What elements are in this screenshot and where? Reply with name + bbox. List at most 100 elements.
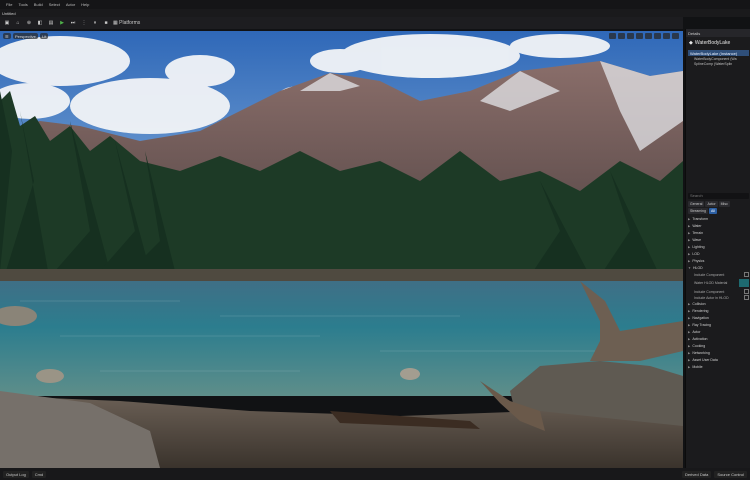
menu-tools[interactable]: Tools bbox=[18, 2, 27, 7]
menu-actor[interactable]: Actor bbox=[66, 2, 75, 7]
menu-select[interactable]: Select bbox=[49, 2, 60, 7]
chevron-right-icon: ▶ bbox=[688, 224, 691, 228]
skip-icon[interactable]: ⏭ bbox=[69, 19, 77, 27]
filter-misc[interactable]: Misc bbox=[718, 201, 730, 207]
chevron-right-icon: ▶ bbox=[688, 351, 691, 355]
checkbox[interactable] bbox=[744, 289, 749, 294]
stop-icon[interactable]: ■ bbox=[102, 19, 110, 27]
chevron-right-icon: ▶ bbox=[688, 259, 691, 263]
main-toolbar: ▣ ⌂ ⊕ ◧ ▤ ▶ ⏭ ⋮ ⏸ ■ ▦ Platforms bbox=[0, 17, 683, 29]
level-tab[interactable]: Untitled bbox=[0, 9, 750, 17]
move-tool-icon[interactable] bbox=[618, 33, 625, 39]
category-navigation[interactable]: ▶ Navigation bbox=[688, 315, 749, 321]
category-mobile[interactable]: ▶ Mobile bbox=[688, 364, 749, 370]
category-label: Navigation bbox=[692, 316, 709, 320]
chevron-right-icon: ▶ bbox=[688, 238, 691, 242]
menu-help[interactable]: Help bbox=[81, 2, 89, 7]
menu-file[interactable]: File bbox=[6, 2, 12, 7]
grid-snap-icon[interactable] bbox=[645, 33, 652, 39]
checkbox[interactable] bbox=[744, 295, 749, 300]
category-label: Asset User Data bbox=[692, 358, 718, 362]
save-icon[interactable]: ▣ bbox=[3, 19, 11, 27]
filter-all[interactable]: All bbox=[708, 208, 717, 214]
category-label: Lighting bbox=[692, 245, 705, 249]
category-networking[interactable]: ▶ Networking bbox=[688, 350, 749, 356]
actor-name: WaterBodyLake bbox=[694, 40, 731, 46]
category-label: Actor bbox=[692, 330, 701, 334]
component-root[interactable]: WaterBodyLake (Instance) bbox=[688, 50, 749, 56]
viewport-transform-tools bbox=[609, 33, 679, 39]
prop-label: Include Component bbox=[694, 272, 725, 277]
category-label: Ray Tracing bbox=[692, 323, 711, 327]
camera-speed-icon[interactable] bbox=[663, 33, 670, 39]
actor-icon: ◆ bbox=[689, 40, 693, 46]
category-ray-tracing[interactable]: ▶ Ray Tracing bbox=[688, 322, 749, 328]
lit-button[interactable]: Lit bbox=[40, 33, 49, 39]
play-icon[interactable]: ▶ bbox=[58, 19, 66, 27]
category-rendering[interactable]: ▶ Rendering bbox=[688, 308, 749, 314]
details-search-input[interactable]: Search bbox=[688, 193, 749, 199]
category-label: Water bbox=[692, 224, 702, 228]
category-label: LOD bbox=[692, 252, 700, 256]
mode-icon[interactable]: ⌂ bbox=[14, 19, 22, 27]
lake-scene bbox=[0, 31, 683, 468]
prop-label: Water HLOD Material bbox=[694, 281, 728, 285]
blueprint-icon[interactable]: ◧ bbox=[36, 19, 44, 27]
chevron-right-icon: ▶ bbox=[688, 337, 691, 341]
category-label: Activation bbox=[692, 337, 708, 341]
actor-header: ◆ WaterBodyLake bbox=[686, 37, 750, 49]
details-tab[interactable]: Details bbox=[686, 29, 750, 37]
category-cooking[interactable]: ▶ Cooking bbox=[688, 343, 749, 349]
filter-general[interactable]: General bbox=[688, 201, 705, 207]
filter-tabs: General Actor Misc Streaming All bbox=[688, 201, 749, 214]
category-water[interactable]: ▶ Water bbox=[688, 223, 749, 229]
category-activation[interactable]: ▶ Activation bbox=[688, 336, 749, 342]
pause-icon[interactable]: ⏸ bbox=[91, 19, 99, 27]
lit-label: Lit bbox=[42, 33, 47, 39]
chevron-right-icon: ▶ bbox=[688, 344, 691, 348]
category-lighting[interactable]: ▶ Lighting bbox=[688, 244, 749, 250]
more-icon[interactable]: ⋮ bbox=[80, 19, 88, 27]
platforms-button[interactable]: ▦ Platforms bbox=[113, 19, 140, 27]
prop-include-component: Include Component bbox=[694, 272, 749, 277]
chevron-right-icon: ▶ bbox=[688, 365, 691, 369]
maximize-icon[interactable] bbox=[672, 33, 679, 39]
category-actor[interactable]: ▶ Actor bbox=[688, 329, 749, 335]
filter-streaming[interactable]: Streaming bbox=[688, 208, 708, 214]
rotate-tool-icon[interactable] bbox=[627, 33, 634, 39]
category-label: Rendering bbox=[692, 309, 709, 313]
perspective-button[interactable]: Perspective bbox=[13, 33, 38, 39]
output-log-button[interactable]: Output Log bbox=[3, 470, 29, 478]
filter-actor[interactable]: Actor bbox=[705, 201, 718, 207]
perspective-label: Perspective bbox=[15, 33, 36, 39]
material-thumbnail[interactable] bbox=[739, 279, 749, 287]
panel-spacer bbox=[686, 67, 750, 189]
component-root-label: WaterBodyLake (Instance) bbox=[690, 50, 738, 56]
cinematics-icon[interactable]: ▤ bbox=[47, 19, 55, 27]
category-wave[interactable]: ▶ Wave bbox=[688, 237, 749, 243]
category-lod[interactable]: ▶ LOD bbox=[688, 251, 749, 257]
menu-build[interactable]: Build bbox=[34, 2, 43, 7]
category-asset-user-data[interactable]: ▶ Asset User Data bbox=[688, 357, 749, 363]
source-control-button[interactable]: Source Control bbox=[714, 470, 747, 478]
chevron-right-icon: ▶ bbox=[688, 302, 691, 306]
category-terrain[interactable]: ▶ Terrain bbox=[688, 230, 749, 236]
category-transform[interactable]: ▶ Transform bbox=[688, 216, 749, 222]
category-collision[interactable]: ▶ Collision bbox=[688, 301, 749, 307]
checkbox[interactable] bbox=[744, 272, 749, 277]
viewport-menu-button[interactable]: ☰ bbox=[3, 33, 11, 39]
details-tab-label: Details bbox=[688, 30, 701, 36]
category-label: HLOD bbox=[692, 266, 703, 270]
select-tool-icon[interactable] bbox=[609, 33, 616, 39]
add-icon[interactable]: ⊕ bbox=[25, 19, 33, 27]
category-label: Collision bbox=[692, 302, 706, 306]
chevron-right-icon: ▶ bbox=[688, 323, 691, 327]
scale-tool-icon[interactable] bbox=[636, 33, 643, 39]
cmd-dropdown[interactable]: Cmd bbox=[31, 470, 47, 478]
angle-snap-icon[interactable] bbox=[654, 33, 661, 39]
derived-data-button[interactable]: Derived Data bbox=[681, 470, 712, 478]
level-viewport[interactable]: ☰ Perspective Lit bbox=[0, 31, 683, 468]
category-physics[interactable]: ▶ Physics bbox=[688, 258, 749, 264]
prop-include-component: Include Component bbox=[694, 289, 749, 294]
category-hlod[interactable]: ▼ HLOD bbox=[688, 265, 749, 271]
